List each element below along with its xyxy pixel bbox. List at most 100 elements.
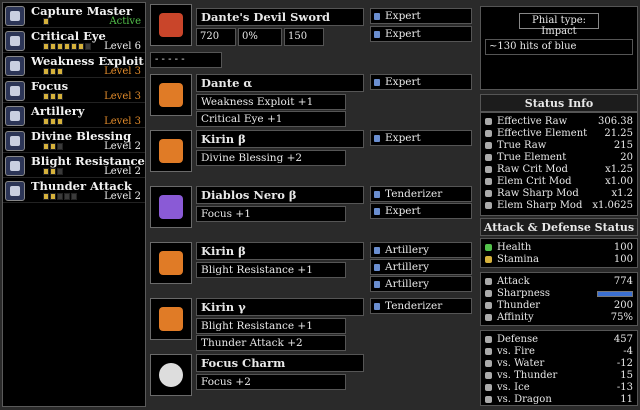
artillery-icon-glyph (10, 111, 20, 121)
weapon-icon (150, 4, 192, 46)
chest-icon (150, 130, 192, 172)
thunder-attack-icon (5, 181, 25, 201)
armor-skill: Weakness Exploit +1 (196, 94, 346, 110)
stat-icon (485, 278, 492, 285)
weapon-element: 150 (284, 28, 324, 46)
stat-icon (485, 178, 492, 185)
weapon-name: Dante's Devil Sword (196, 8, 364, 26)
skill-level-pips (43, 143, 63, 150)
level-pip (50, 193, 56, 200)
skill-row[interactable]: Artillery Level 3 (3, 103, 145, 128)
stat-icon (485, 118, 492, 125)
level-pip (57, 118, 63, 125)
status-row: Defense 457 (485, 334, 635, 346)
divine-blessing-icon (5, 131, 25, 151)
armor-skill: Divine Blessing +2 (196, 150, 346, 166)
skill-row[interactable]: Divine Blessing Level 2 (3, 128, 145, 153)
skill-level-pips (43, 168, 63, 175)
status-row: Elem Sharp Mod x1.0625 (485, 200, 635, 212)
decoration-slot[interactable]: Artillery (370, 259, 472, 275)
stat-icon (485, 396, 492, 403)
focus-icon (5, 81, 25, 101)
skill-row[interactable]: Capture Master Active (3, 3, 145, 28)
decoration-slot[interactable]: Expert (370, 26, 472, 42)
level-pip (43, 193, 49, 200)
decoration-slot[interactable]: Expert (370, 203, 472, 219)
armor-item[interactable]: Kirin γ Blight Resistance +1 Thunder Attac… (148, 296, 478, 352)
stat-label: vs. Ice (497, 382, 530, 393)
equipment-panel: Dante's Devil Sword 720 0% 150 Expert Expert -… (148, 2, 478, 407)
weapon-item[interactable]: Dante's Devil Sword 720 0% 150 Expert Expert -… (148, 4, 478, 72)
level-pip (50, 118, 56, 125)
level-pip (64, 43, 70, 50)
stat-icon (485, 202, 492, 209)
skill-row[interactable]: Weakness Exploit Level 3 (3, 53, 145, 78)
artillery-icon (5, 106, 25, 126)
stat-icon (485, 302, 492, 309)
decoration-slot[interactable]: Artillery (370, 242, 472, 258)
level-pip (50, 143, 56, 150)
chest-icon-glyph (159, 139, 183, 163)
arms-icon-glyph (159, 195, 183, 219)
stat-label: Attack (497, 276, 530, 287)
stat-label: Affinity (497, 312, 534, 323)
stat-value: 100 (613, 254, 633, 265)
level-pip (43, 18, 49, 25)
skill-level: Level 3 (104, 66, 141, 77)
skill-row[interactable]: Blight Resistance Level 2 (3, 153, 145, 178)
level-pip (43, 118, 49, 125)
level-pip (71, 43, 77, 50)
stat-label: Defense (497, 334, 539, 345)
armor-skill: Critical Eye +1 (196, 111, 346, 127)
armor-item[interactable]: Focus Charm Focus +2 (148, 352, 478, 408)
skill-level: Level 2 (104, 141, 141, 152)
decoration-slot[interactable]: Expert (370, 8, 472, 24)
skill-level-pips (43, 43, 91, 50)
stat-value: 774 (613, 276, 633, 287)
armor-skill: Thunder Attack +2 (196, 335, 346, 351)
stat-label: Stamina (497, 254, 539, 265)
armor-item[interactable]: Diablos Nero β Focus +1 Tenderizer Expert (148, 184, 478, 240)
decoration-slot[interactable]: Tenderizer (370, 298, 472, 314)
status-row: vs. Water -12 (485, 358, 635, 370)
weakness-exploit-icon (5, 56, 25, 76)
status-row: Affinity 75% (485, 312, 635, 324)
level-pip (57, 93, 63, 100)
arms-icon (150, 186, 192, 228)
armor-item[interactable]: Kirin β Blight Resistance +1 Artillery Arti… (148, 240, 478, 296)
skill-level-pips (43, 93, 63, 100)
weapon-raw: 720 (196, 28, 236, 46)
weakness-exploit-icon-glyph (10, 61, 20, 71)
decoration-slot[interactable]: Expert (370, 130, 472, 146)
stat-value: 200 (613, 300, 633, 311)
skill-row[interactable]: Focus Level 3 (3, 78, 145, 103)
phial-box: Phial type: Impact ~130 hits of blue (480, 6, 638, 90)
decoration-slot[interactable]: Artillery (370, 276, 472, 292)
stat-label: Health (497, 242, 532, 253)
status-panel: Phial type: Impact ~130 hits of blue Statu… (480, 2, 638, 407)
stat-label: True Raw (497, 140, 547, 151)
stat-value: -12 (616, 358, 633, 369)
armor-item[interactable]: Kirin β Divine Blessing +2 Expert (148, 128, 478, 184)
armor-name: Focus Charm (196, 354, 364, 372)
stat-label: Effective Element (497, 128, 588, 139)
level-pip (50, 93, 56, 100)
stat-label: vs. Fire (497, 346, 535, 357)
skill-row[interactable]: Thunder Attack Level 2 (3, 178, 145, 203)
focus-icon-glyph (10, 86, 20, 96)
stat-icon (485, 142, 492, 149)
skill-row[interactable]: Critical Eye Level 6 (3, 28, 145, 53)
level-pip (43, 93, 49, 100)
armor-item[interactable]: Dante α Weakness Exploit +1 Critical Eye +… (148, 72, 478, 128)
skill-level-pips (43, 18, 49, 25)
status-row: Attack 774 (485, 276, 635, 288)
stat-value: 457 (613, 334, 633, 345)
level-pip (43, 168, 49, 175)
decoration-slot[interactable]: Expert (370, 74, 472, 90)
stat-label: Elem Sharp Mod (497, 200, 583, 211)
stat-label: vs. Water (497, 358, 545, 369)
stat-icon (485, 190, 492, 197)
skill-name: Critical Eye (31, 29, 106, 43)
decoration-slot[interactable]: Tenderizer (370, 186, 472, 202)
legs-icon-glyph (159, 307, 183, 331)
